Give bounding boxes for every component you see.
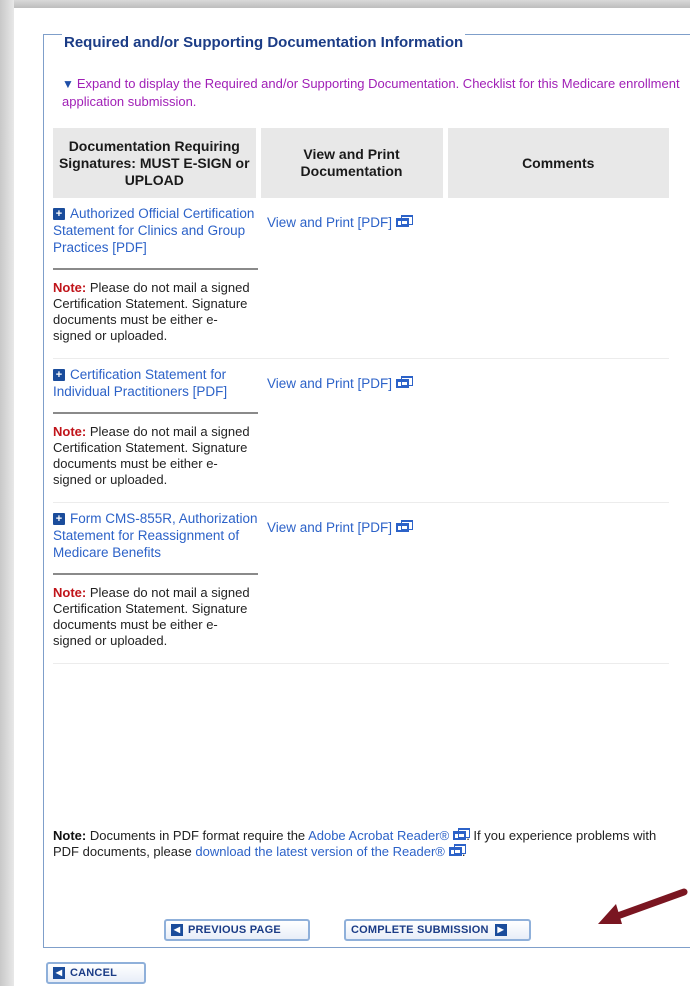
doc-link[interactable]: + Form CMS-855R, Authorization Statement … <box>53 510 258 561</box>
forward-arrow-icon: ▶ <box>494 924 507 936</box>
view-print-link[interactable]: View and Print [PDF] <box>267 376 392 391</box>
plus-square-icon[interactable]: + <box>53 369 65 381</box>
comment-cell <box>445 503 669 664</box>
note-label: Note: <box>53 424 87 439</box>
new-window-icon <box>396 215 414 227</box>
comment-cell <box>445 359 669 503</box>
doc-link-text[interactable]: Certification Statement for Individual P… <box>53 367 227 399</box>
plus-square-icon[interactable]: + <box>53 513 65 525</box>
complete-submission-button[interactable]: COMPLETE SUBMISSION ▶ <box>344 919 531 941</box>
plus-square-icon[interactable]: + <box>53 208 65 220</box>
view-print-link[interactable]: View and Print [PDF] <box>267 520 392 535</box>
signature-note: Note: Please do not mail a signed Certif… <box>53 573 258 649</box>
footnote-text-1: Documents in PDF format require the <box>89 828 306 843</box>
comment-cell <box>445 198 669 359</box>
header-comments: Comments <box>445 128 669 198</box>
table-row: + Authorized Official Certification State… <box>53 198 669 359</box>
cancel-label: CANCEL <box>70 967 118 979</box>
download-reader-link[interactable]: download the latest version of the Reade… <box>195 844 445 859</box>
header-view-print: View and Print Documentation <box>258 128 448 198</box>
view-print-link[interactable]: View and Print [PDF] <box>267 215 392 230</box>
previous-page-button[interactable]: ◀ PREVIOUS PAGE <box>164 919 310 941</box>
signature-note: Note: Please do not mail a signed Certif… <box>53 412 258 488</box>
view-cell: View and Print [PDF] <box>258 359 445 503</box>
triangle-down-icon: ▼ <box>62 77 74 91</box>
table-row: + Certification Statement for Individual … <box>53 359 669 503</box>
back-arrow-icon: ◀ <box>171 924 183 936</box>
doc-link-text[interactable]: Form CMS-855R, Authorization Statement f… <box>53 511 258 560</box>
new-window-icon <box>396 376 414 388</box>
view-cell: View and Print [PDF] <box>258 198 445 359</box>
previous-page-label: PREVIOUS PAGE <box>188 924 281 936</box>
new-window-icon <box>448 844 466 856</box>
window-top-edge <box>0 0 690 8</box>
complete-submission-label: COMPLETE SUBMISSION <box>351 924 489 936</box>
window-left-edge <box>0 0 14 986</box>
note-label: Note: <box>53 585 87 600</box>
expand-checklist-text: Expand to display the Required and/or Su… <box>62 76 680 109</box>
footnote-label: Note: <box>53 828 87 843</box>
expand-checklist-link[interactable]: ▼ Expand to display the Required and/or S… <box>62 75 682 110</box>
cancel-icon: ◀ <box>53 967 65 979</box>
new-window-icon <box>453 828 471 840</box>
table-row: + Form CMS-855R, Authorization Statement … <box>53 503 669 664</box>
doc-cell: + Authorized Official Certification State… <box>53 198 258 359</box>
documentation-table: Documentation Requiring Signatures: MUST… <box>53 128 669 664</box>
doc-cell: + Certification Statement for Individual … <box>53 359 258 503</box>
header-documentation: Documentation Requiring Signatures: MUST… <box>53 128 261 198</box>
acrobat-reader-link[interactable]: Adobe Acrobat Reader® <box>308 828 449 843</box>
signature-note: Note: Please do not mail a signed Certif… <box>53 268 258 344</box>
doc-cell: + Form CMS-855R, Authorization Statement … <box>53 503 258 664</box>
doc-link[interactable]: + Certification Statement for Individual … <box>53 366 258 400</box>
pdf-footnote: Note: Documents in PDF format require th… <box>53 828 673 860</box>
doc-link[interactable]: + Authorized Official Certification State… <box>53 205 258 256</box>
cancel-button[interactable]: ◀ CANCEL <box>46 962 146 984</box>
red-arrow-icon <box>598 888 688 924</box>
doc-link-text[interactable]: Authorized Official Certification Statem… <box>53 206 254 255</box>
view-cell: View and Print [PDF] <box>258 503 445 664</box>
new-window-icon <box>396 520 414 532</box>
section-title: Required and/or Supporting Documentation… <box>62 34 466 51</box>
note-label: Note: <box>53 280 87 295</box>
